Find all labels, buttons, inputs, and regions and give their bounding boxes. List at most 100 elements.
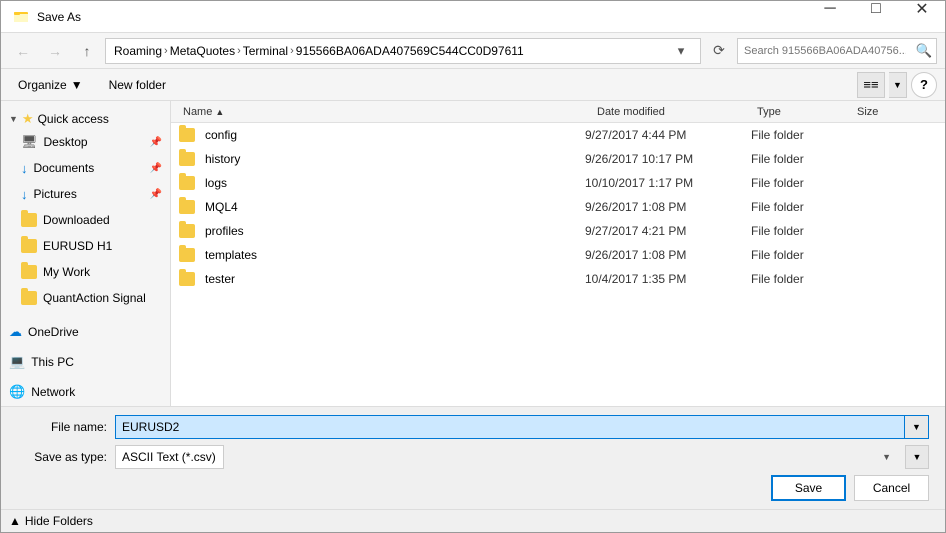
filename-input[interactable] — [115, 415, 905, 439]
sidebar-item-documents[interactable]: ↓ Documents 📌 — [1, 155, 170, 181]
refresh-button[interactable]: ▾ — [670, 40, 692, 62]
file-list-header: Name ▲ Date modified Type Size — [171, 101, 945, 123]
sidebar-item-mywork[interactable]: My Work — [1, 259, 170, 285]
breadcrumb-sep-3: › — [290, 45, 294, 57]
hide-folders-button[interactable]: ▲ Hide Folders — [9, 514, 93, 528]
table-row[interactable]: tester10/4/2017 1:35 PMFile folder — [171, 267, 945, 291]
sidebar-item-desktop[interactable]: 🖥 Desktop 📌 — [1, 129, 170, 155]
minimize-button[interactable]: ─ — [807, 0, 853, 25]
saveastype-select[interactable]: ASCII Text (*.csv) — [115, 445, 224, 469]
footer-bar: ▲ Hide Folders — [1, 509, 945, 532]
breadcrumb-part-roaming[interactable]: Roaming — [114, 44, 162, 58]
sidebar-item-quantaction[interactable]: QuantAction Signal — [1, 285, 170, 311]
breadcrumb-part-metaquotes[interactable]: MetaQuotes — [170, 44, 235, 58]
sidebar-item-thispc[interactable]: 💻 This PC — [1, 349, 170, 375]
filename-dropdown-button[interactable]: ▼ — [905, 415, 929, 439]
sidebar-desktop-label: Desktop — [44, 135, 88, 149]
file-type-cell: File folder — [751, 200, 851, 214]
file-date-cell: 9/27/2017 4:44 PM — [585, 128, 745, 142]
save-as-dialog: Save As ─ □ ✕ ← → ↑ Roaming › MetaQuotes… — [0, 0, 946, 533]
table-row[interactable]: history9/26/2017 10:17 PMFile folder — [171, 147, 945, 171]
filename-label: File name: — [17, 420, 107, 434]
up-button[interactable]: ↑ — [73, 37, 101, 65]
breadcrumb-part-terminal[interactable]: Terminal — [243, 44, 288, 58]
view-dropdown-button[interactable]: ▼ — [889, 72, 907, 98]
quick-access-section[interactable]: ▼ ★ Quick access — [1, 105, 170, 129]
file-type-cell: File folder — [751, 128, 851, 142]
cancel-button[interactable]: Cancel — [854, 475, 929, 501]
breadcrumb: Roaming › MetaQuotes › Terminal › 915566… — [114, 44, 666, 58]
help-button[interactable]: ? — [911, 72, 937, 98]
table-row[interactable]: config9/27/2017 4:44 PMFile folder — [171, 123, 945, 147]
sidebar-quantaction-label: QuantAction Signal — [43, 291, 146, 305]
saveastype-chevron-icon: ▼ — [882, 452, 891, 462]
file-type-cell: File folder — [751, 152, 851, 166]
search-input[interactable] — [738, 45, 912, 57]
file-date-cell: 9/26/2017 1:08 PM — [585, 248, 745, 262]
column-header-name[interactable]: Name ▲ — [179, 106, 597, 118]
sidebar-item-onedrive[interactable]: ☁ OneDrive — [1, 319, 170, 345]
column-header-size[interactable]: Size — [857, 106, 937, 118]
dialog-icon — [13, 9, 29, 25]
quick-access-collapse-icon: ▼ — [9, 114, 18, 124]
quick-access-star-icon: ★ — [22, 111, 34, 127]
saveastype-dropdown-button[interactable]: ▼ — [905, 445, 929, 469]
quick-access-label: Quick access — [38, 112, 109, 126]
sidebar-thispc-label: This PC — [31, 355, 74, 369]
breadcrumb-part-guid[interactable]: 915566BA06ADA407569C544CC0D97611 — [296, 44, 524, 58]
sidebar-downloaded-label: Downloaded — [43, 213, 110, 227]
thispc-icon: 💻 — [9, 354, 25, 370]
refresh-nav-button[interactable]: ⟳ — [705, 37, 733, 65]
save-cancel-row: Save Cancel — [17, 475, 929, 501]
sidebar-item-network[interactable]: 🌐 Network — [1, 379, 170, 405]
table-row[interactable]: MQL49/26/2017 1:08 PMFile folder — [171, 195, 945, 219]
search-icon-button[interactable]: 🔍 — [912, 39, 936, 63]
filename-input-wrapper: ▼ — [115, 415, 929, 439]
file-type-cell: File folder — [751, 176, 851, 190]
desktop-pin-icon: 📌 — [150, 137, 162, 148]
view-icon-button[interactable]: ≡≡ — [857, 72, 885, 98]
sidebar-item-downloaded[interactable]: Downloaded — [1, 207, 170, 233]
search-box: 🔍 — [737, 38, 937, 64]
saveastype-row: Save as type: ASCII Text (*.csv) ▼ ▼ — [17, 445, 929, 469]
close-button[interactable]: ✕ — [899, 0, 945, 25]
sidebar-item-eurusd[interactable]: EURUSD H1 — [1, 233, 170, 259]
eurusd-folder-icon — [21, 239, 37, 253]
organize-button[interactable]: Organize ▼ — [9, 72, 92, 98]
sidebar-documents-label: Documents — [34, 161, 95, 175]
folder-icon — [179, 248, 195, 262]
folder-icon — [179, 128, 195, 142]
sidebar-item-pictures[interactable]: ↓ Pictures 📌 — [1, 181, 170, 207]
pictures-pin-icon: 📌 — [150, 189, 162, 200]
maximize-button[interactable]: □ — [853, 0, 899, 25]
save-button[interactable]: Save — [771, 475, 846, 501]
saveastype-label: Save as type: — [17, 450, 107, 464]
file-name-cell: MQL4 — [201, 200, 579, 214]
organize-toolbar: Organize ▼ New folder ≡≡ ▼ ? — [1, 69, 945, 101]
back-button[interactable]: ← — [9, 37, 37, 65]
file-name-cell: templates — [201, 248, 579, 262]
hide-folders-collapse-icon: ▲ — [9, 514, 21, 528]
address-toolbar: ← → ↑ Roaming › MetaQuotes › Terminal › … — [1, 33, 945, 69]
file-name-cell: tester — [201, 272, 579, 286]
breadcrumb-sep-1: › — [164, 45, 168, 57]
column-header-type[interactable]: Type — [757, 106, 857, 118]
column-header-date[interactable]: Date modified — [597, 106, 757, 118]
table-row[interactable]: logs10/10/2017 1:17 PMFile folder — [171, 171, 945, 195]
file-type-cell: File folder — [751, 224, 851, 238]
table-row[interactable]: templates9/26/2017 1:08 PMFile folder — [171, 243, 945, 267]
sidebar-mywork-label: My Work — [43, 265, 90, 279]
table-row[interactable]: profiles9/27/2017 4:21 PMFile folder — [171, 219, 945, 243]
hide-folders-label: Hide Folders — [25, 514, 93, 528]
pictures-icon: ↓ — [21, 187, 28, 202]
new-folder-button[interactable]: New folder — [100, 72, 175, 98]
file-date-cell: 9/26/2017 10:17 PM — [585, 152, 745, 166]
sidebar-pictures-label: Pictures — [34, 187, 77, 201]
forward-button[interactable]: → — [41, 37, 69, 65]
bottom-section: File name: ▼ Save as type: ASCII Text (*… — [1, 406, 945, 509]
documents-pin-icon: 📌 — [150, 163, 162, 174]
address-bar[interactable]: Roaming › MetaQuotes › Terminal › 915566… — [105, 38, 701, 64]
sidebar-network-label: Network — [31, 385, 75, 399]
file-rows-container: config9/27/2017 4:44 PMFile folderhistor… — [171, 123, 945, 291]
documents-icon: ↓ — [21, 161, 28, 176]
